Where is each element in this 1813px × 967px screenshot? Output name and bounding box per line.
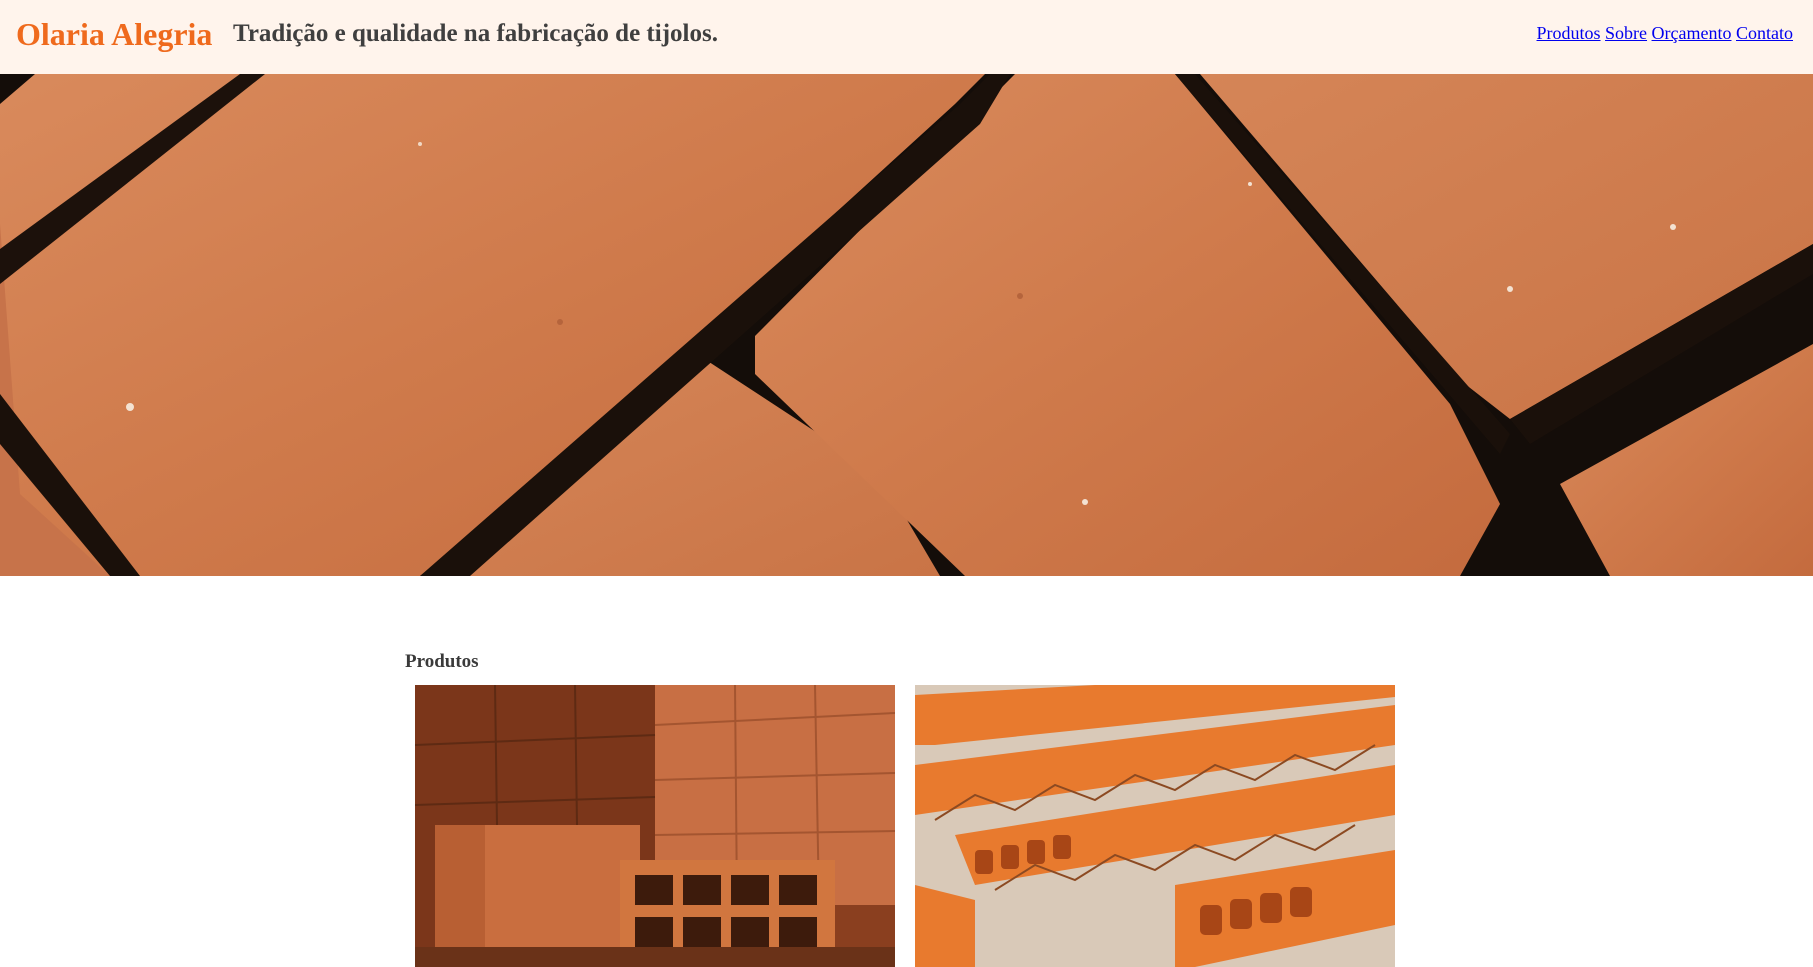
brand-logo[interactable]: Olaria Alegria [16, 14, 212, 54]
products-heading: Produtos [405, 650, 479, 672]
product-image-slab-blocks[interactable] [915, 685, 1395, 967]
product-image-blocks[interactable] [415, 685, 895, 967]
hero-image [0, 74, 1813, 576]
nav-link-orcamento[interactable]: Orçamento [1652, 23, 1732, 43]
nav-link-sobre[interactable]: Sobre [1605, 23, 1647, 43]
tagline: Tradição e qualidade na fabricação de ti… [233, 20, 718, 47]
main-nav: Produtos Sobre Orçamento Contato [1537, 22, 1793, 44]
nav-link-produtos[interactable]: Produtos [1537, 23, 1601, 43]
site-header: Olaria Alegria Tradição e qualidade na f… [0, 0, 1813, 74]
nav-link-contato[interactable]: Contato [1736, 23, 1793, 43]
products-grid [415, 685, 1397, 967]
